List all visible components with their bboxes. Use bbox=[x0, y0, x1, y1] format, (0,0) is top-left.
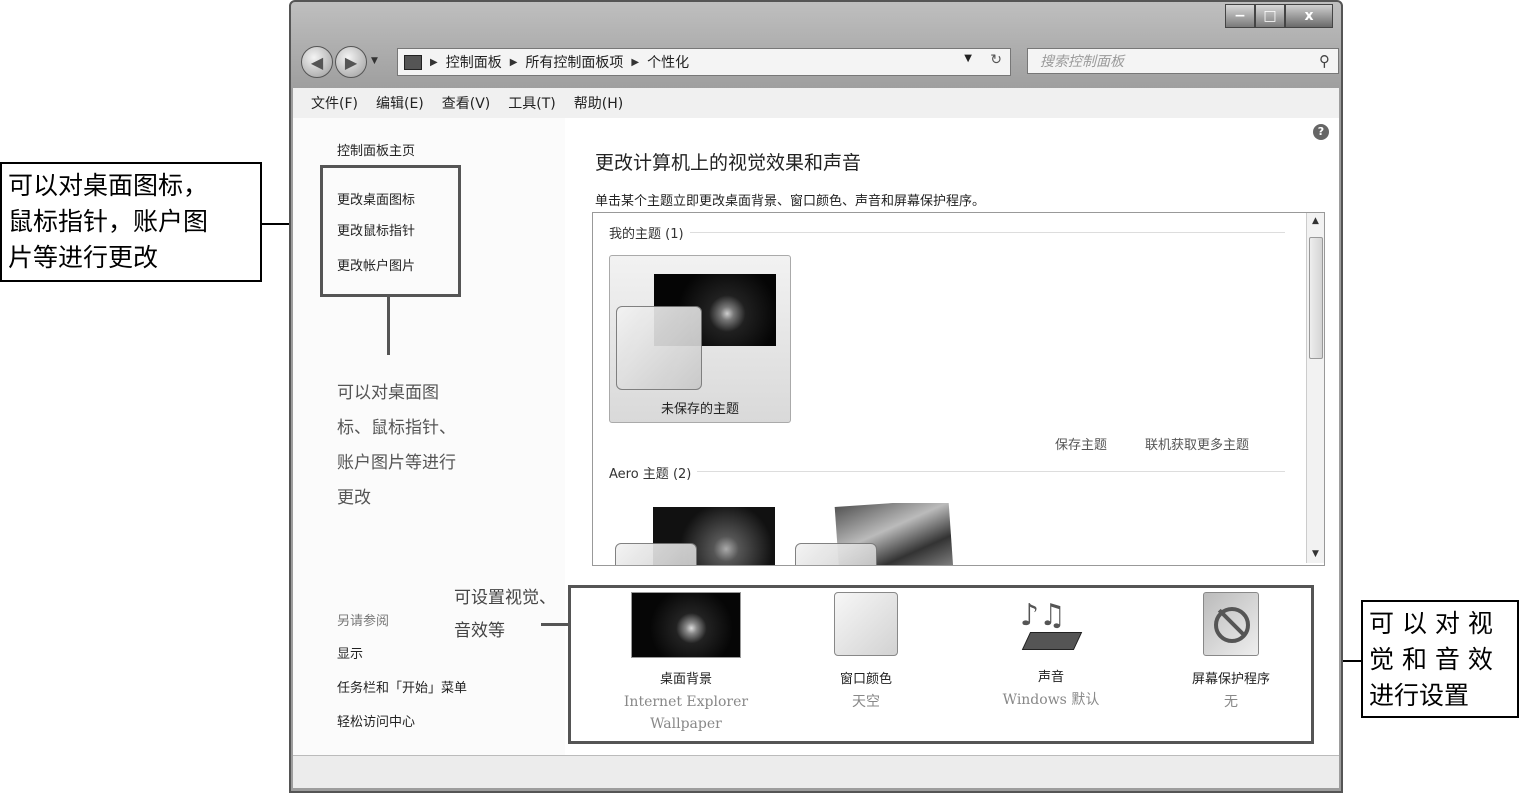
recent-pages-dropdown[interactable]: ▼ bbox=[371, 56, 378, 66]
menu-help[interactable]: 帮助(H) bbox=[574, 93, 623, 113]
see-also-display-link[interactable]: 显示 bbox=[337, 643, 363, 662]
aero-theme-tile-windows7[interactable] bbox=[613, 503, 783, 565]
aero-theme-tile-architecture[interactable] bbox=[793, 503, 963, 565]
right-callout-line-2: 觉 和 音 效 bbox=[1369, 645, 1493, 674]
screensaver-setting[interactable]: 屏幕保护程序 无 bbox=[1161, 592, 1301, 713]
breadcrumb-separator-icon: ▶ bbox=[631, 56, 640, 68]
left-callout-line-1: 可以对桌面图标， bbox=[8, 171, 209, 200]
right-callout-line-3: 进行设置 bbox=[1369, 681, 1470, 710]
left-pane-annotation: 可以对桌面图 标、鼠标指针、 账户图片等进行 更改 bbox=[337, 376, 456, 516]
search-placeholder: 搜索控制面板 bbox=[1040, 54, 1124, 70]
close-button[interactable]: x bbox=[1285, 4, 1333, 28]
menu-view[interactable]: 查看(V) bbox=[442, 93, 491, 113]
scroll-up-icon[interactable]: ▲ bbox=[1307, 213, 1324, 230]
get-more-themes-link[interactable]: 联机获取更多主题 bbox=[1145, 434, 1249, 453]
breadcrumb-separator-icon: ▶ bbox=[509, 56, 518, 68]
breadcrumb-personalization[interactable]: 个性化 bbox=[647, 52, 689, 72]
scroll-down-icon[interactable]: ▼ bbox=[1307, 546, 1324, 563]
annotation-line: 账户图片等进行 bbox=[337, 453, 456, 473]
sound-value: Windows 默认 bbox=[1002, 692, 1100, 708]
group-divider bbox=[609, 471, 1285, 472]
unsaved-theme-tile[interactable]: 未保存的主题 bbox=[609, 255, 791, 423]
mid-annotation-connector bbox=[541, 623, 568, 626]
mid-annotation-line: 可设置视觉、 bbox=[454, 588, 556, 608]
right-annotation-callout: 可 以 对 视 觉 和 音 效 进行设置 bbox=[1361, 600, 1519, 718]
search-icon[interactable]: ⚲ bbox=[1319, 52, 1330, 70]
screensaver-value: 无 bbox=[1224, 694, 1238, 710]
desktop-background-setting[interactable]: 桌面背景 Internet Explorer Wallpaper bbox=[601, 592, 771, 735]
search-input[interactable]: 搜索控制面板 ⚲ bbox=[1027, 48, 1339, 74]
control-panel-icon bbox=[404, 54, 422, 70]
window-color-value: 天空 bbox=[852, 694, 880, 710]
status-bar bbox=[293, 755, 1339, 788]
see-also-taskbar-link[interactable]: 任务栏和「开始」菜单 bbox=[337, 677, 467, 696]
control-panel-home-link[interactable]: 控制面板主页 bbox=[337, 140, 415, 159]
back-button[interactable]: ◀ bbox=[301, 46, 333, 78]
menu-bar: 文件(F) 编辑(E) 查看(V) 工具(T) 帮助(H) bbox=[293, 88, 1339, 119]
theme-window-color-preview bbox=[615, 543, 697, 565]
breadcrumb-all-items[interactable]: 所有控制面板项 bbox=[525, 52, 623, 72]
sound-label: 声音 bbox=[1037, 670, 1064, 685]
menu-file[interactable]: 文件(F) bbox=[311, 93, 358, 113]
window-controls: − □ x bbox=[1225, 4, 1333, 28]
window-color-setting[interactable]: 窗口颜色 天空 bbox=[796, 592, 936, 713]
right-callout-line-1: 可 以 对 视 bbox=[1369, 609, 1493, 638]
address-bar[interactable]: ▶ 控制面板 ▶ 所有控制面板项 ▶ 个性化 ▼ ↻ bbox=[397, 48, 1011, 76]
unsaved-theme-label: 未保存的主题 bbox=[660, 402, 739, 417]
window-color-icon bbox=[834, 592, 898, 656]
scrollbar-thumb[interactable] bbox=[1309, 237, 1323, 359]
group-divider bbox=[609, 232, 1285, 233]
my-themes-group-header: 我的主题 (1) bbox=[609, 223, 690, 242]
see-also-ease-of-access-link[interactable]: 轻松访问中心 bbox=[337, 711, 415, 730]
screensaver-label: 屏幕保护程序 bbox=[1191, 672, 1270, 687]
aero-themes-group-header: Aero 主题 (2) bbox=[609, 463, 698, 482]
left-callout-line-3: 片等进行更改 bbox=[8, 243, 159, 272]
forward-button[interactable]: ▶ bbox=[335, 46, 367, 78]
change-mouse-pointer-link[interactable]: 更改鼠标指针 bbox=[337, 220, 415, 239]
annotation-line: 标、鼠标指针、 bbox=[337, 418, 456, 438]
desktop-background-label: 桌面背景 bbox=[659, 672, 712, 687]
screensaver-icon bbox=[1203, 592, 1259, 656]
navigation-bar: ◀ ▶ ▼ ▶ 控制面板 ▶ 所有控制面板项 ▶ 个性化 ▼ ↻ 搜索控制面板 … bbox=[301, 44, 1339, 78]
annotation-line: 可以对桌面图 bbox=[337, 383, 439, 403]
left-annotation-callout: 可以对桌面图标， 鼠标指针，账户图 片等进行更改 bbox=[0, 162, 262, 282]
see-also-heading: 另请参阅 bbox=[337, 614, 390, 629]
left-callout-line-2: 鼠标指针，账户图 bbox=[8, 207, 209, 236]
change-account-picture-link[interactable]: 更改帐户图片 bbox=[337, 255, 415, 274]
change-desktop-icons-link[interactable]: 更改桌面图标 bbox=[337, 189, 415, 208]
address-dropdown-icon[interactable]: ▼ bbox=[964, 53, 972, 64]
window-color-label: 窗口颜色 bbox=[839, 672, 892, 687]
sound-setting[interactable]: ♪♫ 声音 Windows 默认 bbox=[981, 592, 1121, 711]
annotation-line: 更改 bbox=[337, 488, 371, 508]
breadcrumb-separator-icon: ▶ bbox=[430, 56, 438, 68]
desktop-background-icon bbox=[631, 592, 741, 658]
sound-icon: ♪♫ bbox=[1016, 592, 1086, 656]
refresh-icon[interactable]: ↻ bbox=[990, 52, 1002, 68]
theme-window-color-preview bbox=[616, 306, 702, 390]
save-theme-link[interactable]: 保存主题 bbox=[1055, 434, 1107, 453]
minimize-button[interactable]: − bbox=[1225, 4, 1255, 28]
page-title: 更改计算机上的视觉效果和声音 bbox=[595, 152, 862, 174]
maximize-button[interactable]: □ bbox=[1255, 4, 1285, 28]
theme-gallery: 我的主题 (1) 未保存的主题 保存主题 联机获取更多主题 Aero 主题 (2… bbox=[592, 212, 1325, 566]
menu-edit[interactable]: 编辑(E) bbox=[376, 93, 424, 113]
gallery-scrollbar[interactable]: ▲ ▼ bbox=[1306, 213, 1324, 563]
mid-annotation: 可设置视觉、 音效等 bbox=[454, 582, 556, 648]
annotation-connector-line bbox=[387, 297, 390, 355]
desktop-background-value: Internet Explorer Wallpaper bbox=[623, 694, 749, 732]
page-subtitle: 单击某个主题立即更改桌面背景、窗口颜色、声音和屏幕保护程序。 bbox=[595, 194, 986, 209]
left-navigation-pane: 控制面板主页 更改桌面图标 更改鼠标指针 更改帐户图片 可以对桌面图 标、鼠标指… bbox=[293, 118, 565, 755]
help-icon[interactable]: ? bbox=[1313, 124, 1329, 140]
menu-tools[interactable]: 工具(T) bbox=[508, 93, 555, 113]
theme-window-color-preview bbox=[795, 543, 877, 565]
theme-settings-row: 桌面背景 Internet Explorer Wallpaper 窗口颜色 天空… bbox=[568, 585, 1314, 744]
breadcrumb-control-panel[interactable]: 控制面板 bbox=[446, 52, 502, 72]
mid-annotation-line: 音效等 bbox=[454, 621, 505, 641]
